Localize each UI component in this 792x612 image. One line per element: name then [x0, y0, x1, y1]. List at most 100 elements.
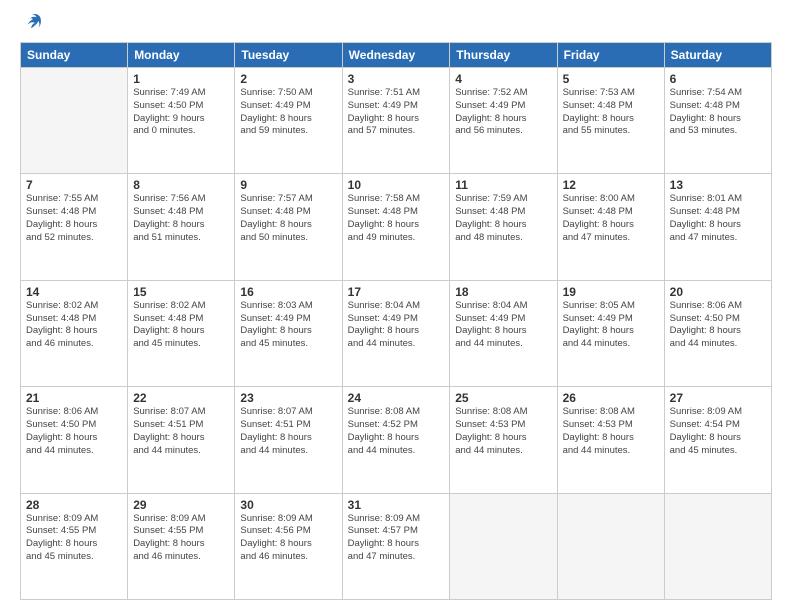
day-number: 27 — [670, 391, 766, 405]
day-info: Sunrise: 7:52 AM Sunset: 4:49 PM Dayligh… — [455, 87, 551, 138]
day-info: Sunrise: 8:06 AM Sunset: 4:50 PM Dayligh… — [670, 300, 766, 351]
day-info: Sunrise: 8:09 AM Sunset: 4:57 PM Dayligh… — [348, 513, 445, 564]
day-number: 30 — [240, 498, 336, 512]
calendar-cell: 26Sunrise: 8:08 AM Sunset: 4:53 PM Dayli… — [557, 387, 664, 493]
calendar-cell: 17Sunrise: 8:04 AM Sunset: 4:49 PM Dayli… — [342, 280, 450, 386]
calendar-cell: 30Sunrise: 8:09 AM Sunset: 4:56 PM Dayli… — [235, 493, 342, 599]
day-info: Sunrise: 8:09 AM Sunset: 4:54 PM Dayligh… — [670, 406, 766, 457]
calendar-cell: 14Sunrise: 8:02 AM Sunset: 4:48 PM Dayli… — [21, 280, 128, 386]
calendar-cell: 6Sunrise: 7:54 AM Sunset: 4:48 PM Daylig… — [664, 68, 771, 174]
day-info: Sunrise: 7:58 AM Sunset: 4:48 PM Dayligh… — [348, 193, 445, 244]
day-info: Sunrise: 8:08 AM Sunset: 4:53 PM Dayligh… — [455, 406, 551, 457]
calendar-week-row: 28Sunrise: 8:09 AM Sunset: 4:55 PM Dayli… — [21, 493, 772, 599]
calendar-cell: 8Sunrise: 7:56 AM Sunset: 4:48 PM Daylig… — [128, 174, 235, 280]
day-number: 24 — [348, 391, 445, 405]
calendar-cell: 25Sunrise: 8:08 AM Sunset: 4:53 PM Dayli… — [450, 387, 557, 493]
calendar-cell: 4Sunrise: 7:52 AM Sunset: 4:49 PM Daylig… — [450, 68, 557, 174]
calendar-cell: 18Sunrise: 8:04 AM Sunset: 4:49 PM Dayli… — [450, 280, 557, 386]
day-number: 4 — [455, 72, 551, 86]
day-number: 2 — [240, 72, 336, 86]
day-info: Sunrise: 8:04 AM Sunset: 4:49 PM Dayligh… — [455, 300, 551, 351]
calendar-cell: 20Sunrise: 8:06 AM Sunset: 4:50 PM Dayli… — [664, 280, 771, 386]
day-info: Sunrise: 7:53 AM Sunset: 4:48 PM Dayligh… — [563, 87, 659, 138]
calendar-cell: 7Sunrise: 7:55 AM Sunset: 4:48 PM Daylig… — [21, 174, 128, 280]
calendar-table: SundayMondayTuesdayWednesdayThursdayFrid… — [20, 42, 772, 600]
day-info: Sunrise: 8:07 AM Sunset: 4:51 PM Dayligh… — [133, 406, 229, 457]
calendar-cell: 9Sunrise: 7:57 AM Sunset: 4:48 PM Daylig… — [235, 174, 342, 280]
day-number: 31 — [348, 498, 445, 512]
day-info: Sunrise: 8:02 AM Sunset: 4:48 PM Dayligh… — [26, 300, 122, 351]
day-info: Sunrise: 7:50 AM Sunset: 4:49 PM Dayligh… — [240, 87, 336, 138]
day-number: 11 — [455, 178, 551, 192]
calendar-cell: 12Sunrise: 8:00 AM Sunset: 4:48 PM Dayli… — [557, 174, 664, 280]
day-number: 13 — [670, 178, 766, 192]
page: SundayMondayTuesdayWednesdayThursdayFrid… — [0, 0, 792, 612]
day-number: 29 — [133, 498, 229, 512]
calendar-cell: 3Sunrise: 7:51 AM Sunset: 4:49 PM Daylig… — [342, 68, 450, 174]
day-number: 20 — [670, 285, 766, 299]
calendar-cell: 19Sunrise: 8:05 AM Sunset: 4:49 PM Dayli… — [557, 280, 664, 386]
day-number: 25 — [455, 391, 551, 405]
day-info: Sunrise: 7:54 AM Sunset: 4:48 PM Dayligh… — [670, 87, 766, 138]
day-number: 5 — [563, 72, 659, 86]
day-of-week-header: Friday — [557, 43, 664, 68]
day-info: Sunrise: 8:08 AM Sunset: 4:52 PM Dayligh… — [348, 406, 445, 457]
day-number: 16 — [240, 285, 336, 299]
day-number: 17 — [348, 285, 445, 299]
calendar-cell: 1Sunrise: 7:49 AM Sunset: 4:50 PM Daylig… — [128, 68, 235, 174]
calendar-cell: 31Sunrise: 8:09 AM Sunset: 4:57 PM Dayli… — [342, 493, 450, 599]
day-info: Sunrise: 8:09 AM Sunset: 4:56 PM Dayligh… — [240, 513, 336, 564]
calendar-week-row: 1Sunrise: 7:49 AM Sunset: 4:50 PM Daylig… — [21, 68, 772, 174]
calendar-header-row: SundayMondayTuesdayWednesdayThursdayFrid… — [21, 43, 772, 68]
day-number: 7 — [26, 178, 122, 192]
day-number: 23 — [240, 391, 336, 405]
day-number: 14 — [26, 285, 122, 299]
day-info: Sunrise: 8:09 AM Sunset: 4:55 PM Dayligh… — [26, 513, 122, 564]
day-info: Sunrise: 8:01 AM Sunset: 4:48 PM Dayligh… — [670, 193, 766, 244]
header — [20, 18, 772, 32]
day-info: Sunrise: 7:59 AM Sunset: 4:48 PM Dayligh… — [455, 193, 551, 244]
day-number: 19 — [563, 285, 659, 299]
day-number: 15 — [133, 285, 229, 299]
day-info: Sunrise: 8:08 AM Sunset: 4:53 PM Dayligh… — [563, 406, 659, 457]
day-info: Sunrise: 8:03 AM Sunset: 4:49 PM Dayligh… — [240, 300, 336, 351]
calendar-week-row: 7Sunrise: 7:55 AM Sunset: 4:48 PM Daylig… — [21, 174, 772, 280]
day-number: 12 — [563, 178, 659, 192]
day-number: 6 — [670, 72, 766, 86]
day-of-week-header: Wednesday — [342, 43, 450, 68]
day-number: 1 — [133, 72, 229, 86]
calendar-cell: 27Sunrise: 8:09 AM Sunset: 4:54 PM Dayli… — [664, 387, 771, 493]
calendar-cell — [21, 68, 128, 174]
calendar-cell: 5Sunrise: 7:53 AM Sunset: 4:48 PM Daylig… — [557, 68, 664, 174]
calendar-cell: 28Sunrise: 8:09 AM Sunset: 4:55 PM Dayli… — [21, 493, 128, 599]
calendar-cell: 13Sunrise: 8:01 AM Sunset: 4:48 PM Dayli… — [664, 174, 771, 280]
calendar-cell: 15Sunrise: 8:02 AM Sunset: 4:48 PM Dayli… — [128, 280, 235, 386]
calendar-cell: 22Sunrise: 8:07 AM Sunset: 4:51 PM Dayli… — [128, 387, 235, 493]
day-info: Sunrise: 7:56 AM Sunset: 4:48 PM Dayligh… — [133, 193, 229, 244]
day-of-week-header: Sunday — [21, 43, 128, 68]
calendar-cell — [450, 493, 557, 599]
day-info: Sunrise: 7:49 AM Sunset: 4:50 PM Dayligh… — [133, 87, 229, 138]
day-info: Sunrise: 8:04 AM Sunset: 4:49 PM Dayligh… — [348, 300, 445, 351]
day-number: 21 — [26, 391, 122, 405]
day-info: Sunrise: 7:57 AM Sunset: 4:48 PM Dayligh… — [240, 193, 336, 244]
calendar-week-row: 14Sunrise: 8:02 AM Sunset: 4:48 PM Dayli… — [21, 280, 772, 386]
day-info: Sunrise: 7:55 AM Sunset: 4:48 PM Dayligh… — [26, 193, 122, 244]
calendar-cell: 16Sunrise: 8:03 AM Sunset: 4:49 PM Dayli… — [235, 280, 342, 386]
calendar-cell: 24Sunrise: 8:08 AM Sunset: 4:52 PM Dayli… — [342, 387, 450, 493]
calendar-week-row: 21Sunrise: 8:06 AM Sunset: 4:50 PM Dayli… — [21, 387, 772, 493]
day-number: 22 — [133, 391, 229, 405]
day-number: 28 — [26, 498, 122, 512]
day-of-week-header: Tuesday — [235, 43, 342, 68]
day-info: Sunrise: 8:07 AM Sunset: 4:51 PM Dayligh… — [240, 406, 336, 457]
day-number: 8 — [133, 178, 229, 192]
day-info: Sunrise: 8:00 AM Sunset: 4:48 PM Dayligh… — [563, 193, 659, 244]
day-number: 9 — [240, 178, 336, 192]
calendar-cell: 11Sunrise: 7:59 AM Sunset: 4:48 PM Dayli… — [450, 174, 557, 280]
logo-bird-icon — [22, 10, 44, 32]
logo-text — [20, 18, 44, 32]
day-number: 10 — [348, 178, 445, 192]
day-info: Sunrise: 8:05 AM Sunset: 4:49 PM Dayligh… — [563, 300, 659, 351]
logo — [20, 18, 44, 32]
calendar-cell — [664, 493, 771, 599]
